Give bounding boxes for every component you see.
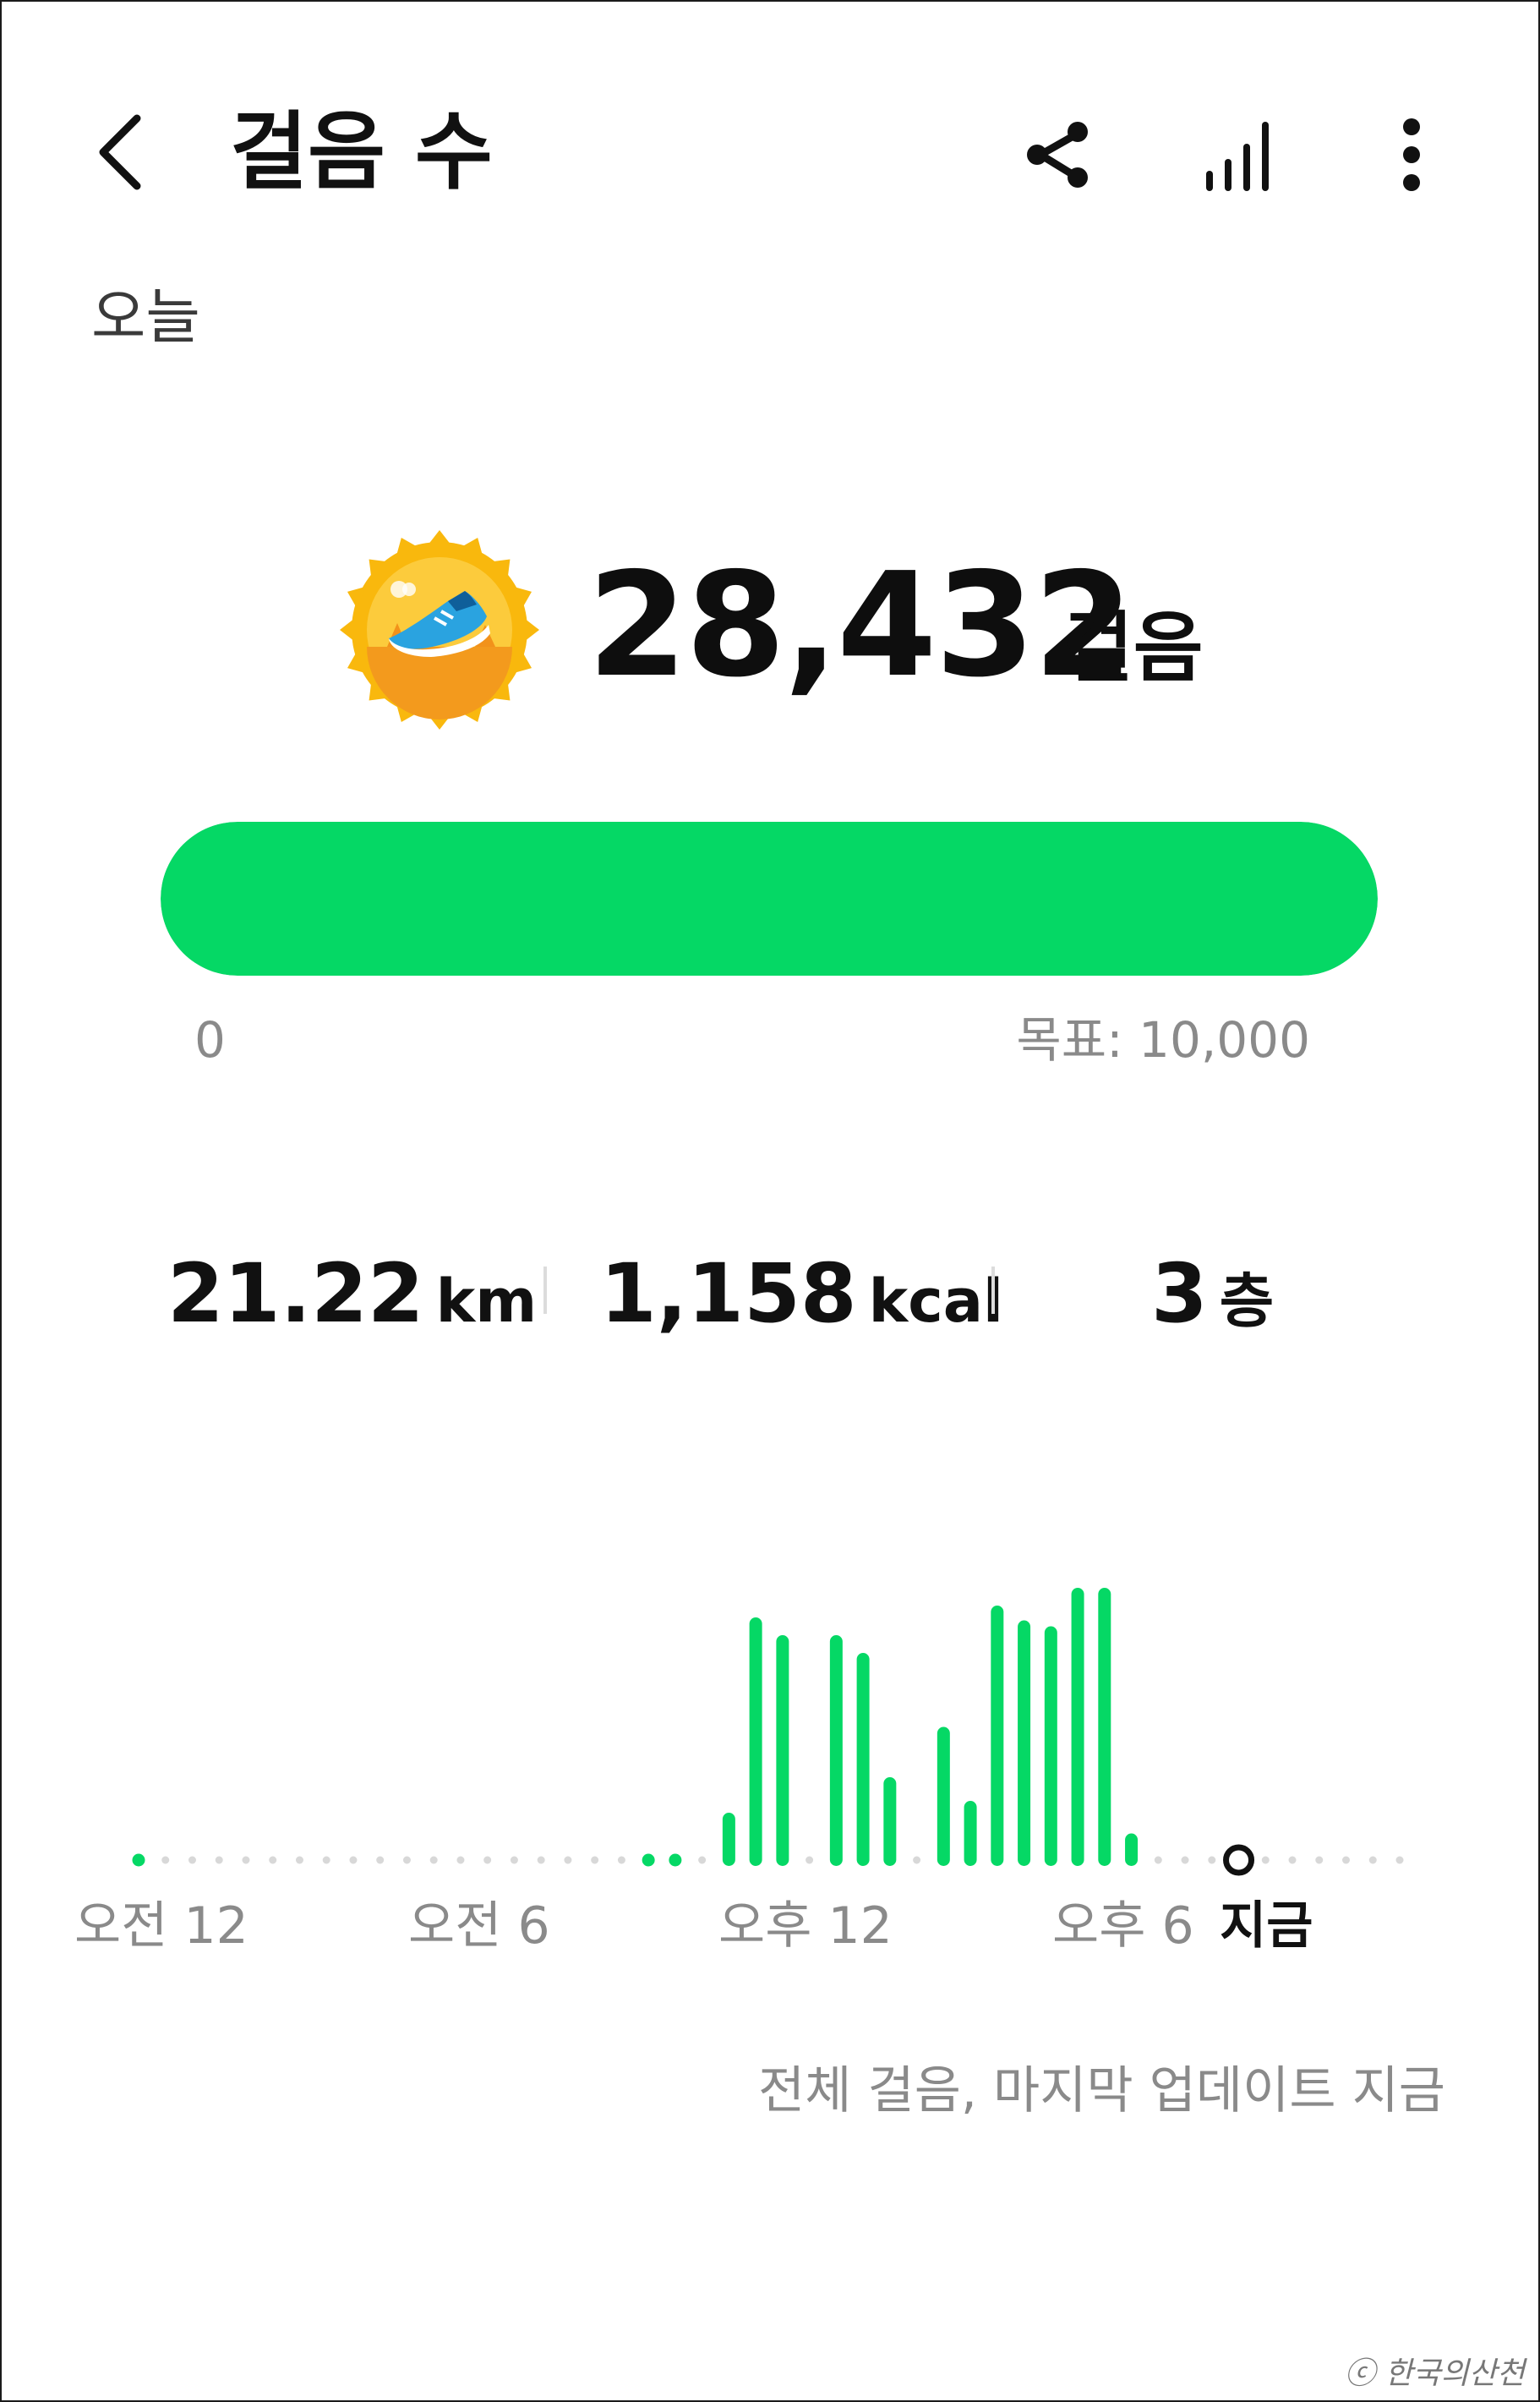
floors-stat: 3층	[1151, 1247, 1274, 1340]
chart-bar	[1098, 1588, 1111, 1866]
chart-empty-dot	[269, 1856, 277, 1864]
chart-empty-dot	[456, 1856, 465, 1864]
step-progress-fill	[161, 822, 1378, 976]
distance-stat: 21.22 km	[167, 1247, 537, 1340]
signal-bars-icon	[1206, 122, 1269, 191]
back-button[interactable]	[85, 105, 161, 200]
current-time-label: 지금	[1220, 1896, 1313, 1956]
chart-empty-dot	[402, 1856, 411, 1864]
stat-divider	[991, 1267, 995, 1314]
share-button[interactable]	[1010, 108, 1103, 201]
step-unit: 걸음	[1063, 604, 1204, 692]
screen-frame	[0, 0, 1540, 2402]
stat-divider	[543, 1267, 547, 1314]
calories-stat: 1,158 kcal	[600, 1247, 1003, 1340]
floors-value: 3	[1151, 1246, 1208, 1341]
chart-empty-dot	[1342, 1856, 1351, 1864]
chart-empty-dot	[591, 1856, 599, 1864]
distance-unit: km	[435, 1267, 538, 1336]
chart-bar	[749, 1617, 762, 1866]
calories-unit: kcal	[868, 1267, 1003, 1336]
more-options-button[interactable]	[1369, 108, 1454, 201]
last-updated-note: 전체 걸음, 마지막 업데이트 지금	[758, 2061, 1445, 2120]
chart-empty-dot	[483, 1856, 492, 1864]
progress-goal-label[interactable]: 목표: 10,000	[1016, 1010, 1310, 1070]
chart-empty-dot	[1154, 1856, 1162, 1864]
chart-empty-dot	[349, 1856, 358, 1864]
chart-bar	[669, 1853, 682, 1867]
step-count: 28,432	[587, 542, 1133, 709]
chart-bar	[937, 1726, 950, 1866]
x-tick-label: 오전 12	[74, 1896, 248, 1956]
progress-min-label: 0	[194, 1011, 226, 1069]
chart-empty-dot	[913, 1856, 921, 1864]
share-icon	[1027, 122, 1088, 188]
chart-bar	[964, 1801, 977, 1866]
trends-button[interactable]	[1194, 108, 1287, 201]
chart-empty-dot	[242, 1856, 250, 1864]
chart-empty-dot	[510, 1856, 518, 1864]
chart-empty-dot	[161, 1856, 170, 1864]
chart-empty-dot	[1208, 1856, 1216, 1864]
x-tick-label: 오후 6	[1052, 1896, 1194, 1956]
chart-empty-dot	[537, 1856, 545, 1864]
chart-empty-dot	[1181, 1856, 1189, 1864]
chart-empty-dot	[188, 1856, 196, 1864]
current-time-marker	[1223, 1844, 1255, 1876]
chart-bar	[642, 1853, 655, 1867]
chart-bar	[1125, 1833, 1139, 1866]
chart-empty-dot	[805, 1856, 814, 1864]
chart-empty-dot	[215, 1856, 223, 1864]
step-progress-bar	[161, 822, 1378, 976]
running-shoe-badge-icon	[338, 528, 541, 731]
chart-empty-dot	[429, 1856, 438, 1864]
chart-empty-dot	[1288, 1856, 1297, 1864]
chart-empty-dot	[1261, 1856, 1270, 1864]
calories-value: 1,158	[600, 1246, 857, 1341]
chart-empty-dot	[1315, 1856, 1324, 1864]
chart-bar	[776, 1635, 789, 1866]
app-header: 걸음 수	[0, 85, 1540, 220]
chart-bar	[132, 1853, 145, 1867]
watermark: ⓒ 한국의산천	[1344, 2356, 1525, 2391]
floors-unit: 층	[1219, 1267, 1275, 1336]
page-title: 걸음 수	[230, 102, 493, 201]
chart-bar	[1044, 1626, 1057, 1866]
chart-bar	[1018, 1620, 1031, 1866]
chart-bar	[1071, 1588, 1084, 1866]
chart-empty-dot	[564, 1856, 572, 1864]
chart-bar	[829, 1635, 843, 1866]
x-tick-label: 오전 6	[408, 1896, 550, 1956]
chart-bar	[991, 1606, 1004, 1866]
chart-empty-dot	[617, 1856, 625, 1864]
chart-bar	[883, 1777, 897, 1866]
chart-empty-dot	[376, 1856, 385, 1864]
chart-empty-dot	[1368, 1856, 1377, 1864]
x-tick-label: 오후 12	[718, 1896, 893, 1956]
distance-value: 21.22	[167, 1246, 424, 1341]
chart-empty-dot	[322, 1856, 330, 1864]
chart-bar	[856, 1653, 870, 1866]
chevron-left-icon	[99, 114, 141, 190]
more-vertical-icon	[1403, 118, 1420, 191]
chart-empty-dot	[698, 1856, 707, 1864]
chart-empty-dot	[1395, 1856, 1404, 1864]
chart-bar	[722, 1813, 735, 1866]
date-label[interactable]: 오늘	[91, 279, 200, 355]
chart-empty-dot	[295, 1856, 303, 1864]
